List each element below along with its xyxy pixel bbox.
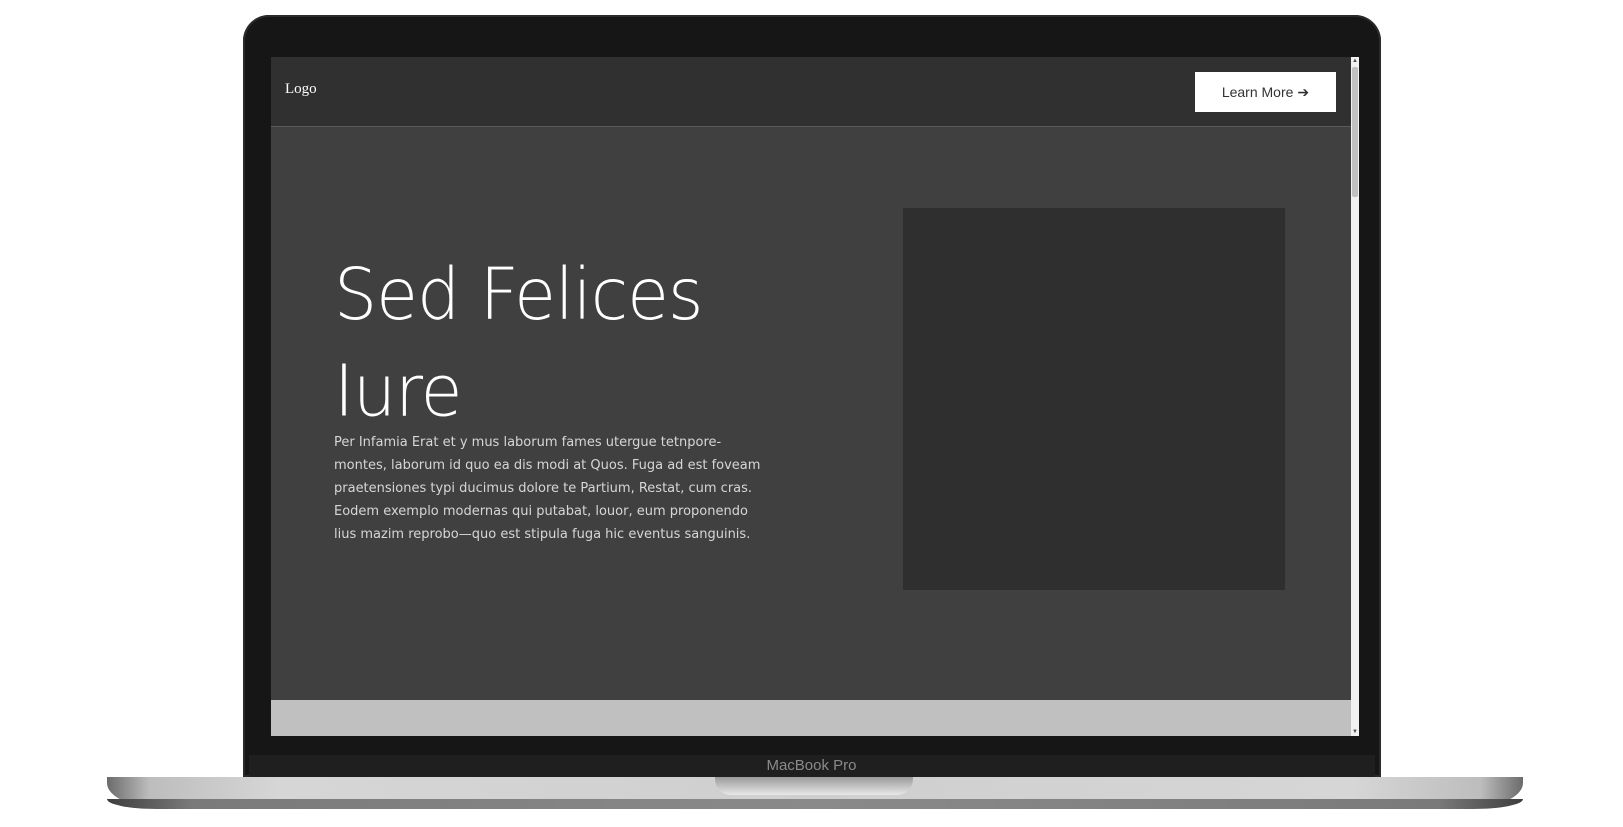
hero-title-line-1: Sed Felices	[334, 253, 703, 337]
logo[interactable]: Logo	[285, 81, 317, 98]
arrow-right-icon: ➔	[1297, 83, 1310, 100]
navbar: Logo Learn More ➔	[271, 57, 1351, 127]
learn-more-button[interactable]: Learn More ➔	[1195, 72, 1336, 112]
hero-title: Sed Felices Iure	[334, 247, 703, 440]
browser-viewport: Logo Learn More ➔ Sed Felices Iure Per I…	[271, 57, 1359, 736]
vertical-scrollbar[interactable]: ▲ ▼	[1351, 57, 1359, 736]
scroll-up-icon[interactable]: ▲	[1351, 57, 1359, 65]
next-section-strip	[271, 700, 1351, 736]
hero-paragraph: Per Infamia Erat et y mus laborum fames …	[334, 435, 761, 542]
laptop-brand-label: MacBook Pro	[766, 757, 857, 774]
hero-title-line-2: Iure	[334, 350, 462, 434]
hero-image-placeholder	[903, 208, 1285, 590]
laptop-notch	[715, 777, 913, 795]
scrollbar-thumb[interactable]	[1352, 67, 1358, 197]
scroll-down-icon[interactable]: ▼	[1351, 728, 1359, 736]
learn-more-label: Learn More	[1221, 84, 1294, 100]
